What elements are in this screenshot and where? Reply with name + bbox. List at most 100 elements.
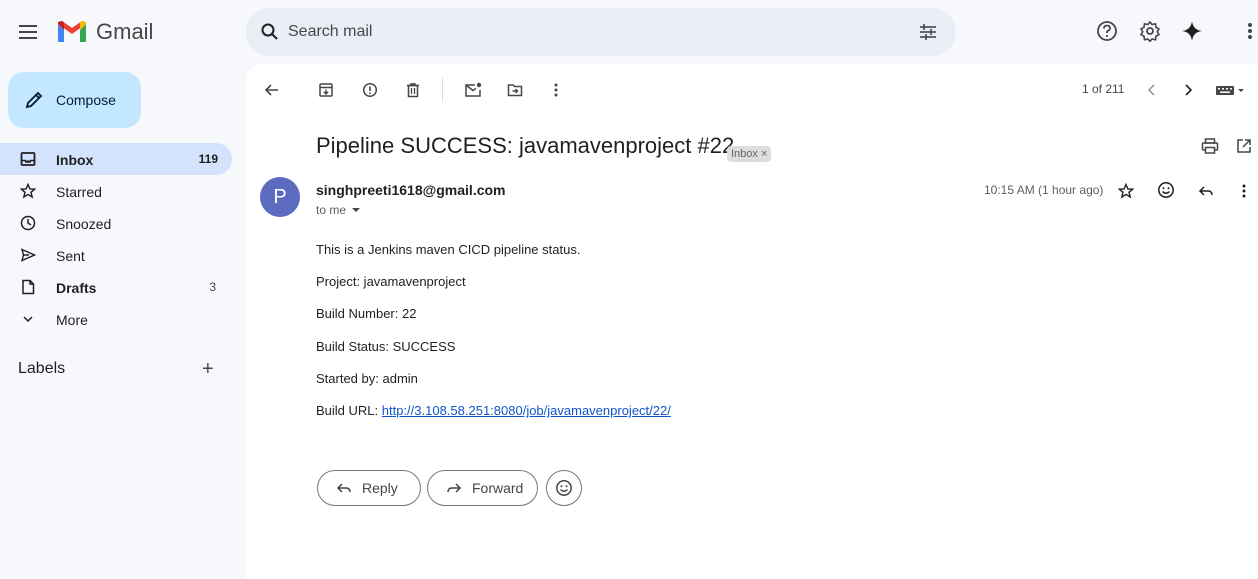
open-in-new-icon <box>1237 139 1251 153</box>
forward-label: Forward <box>472 480 524 496</box>
apps-menu-button[interactable] <box>1246 20 1254 42</box>
report-icon <box>362 82 378 98</box>
chevron-right-icon <box>1185 84 1193 96</box>
draft-icon <box>20 279 36 295</box>
search-input[interactable] <box>288 20 888 44</box>
forward-pill-button[interactable]: Forward <box>427 470 538 506</box>
unread-count: 119 <box>198 152 218 166</box>
gear-icon <box>1139 20 1161 42</box>
sidebar-item-sent[interactable]: Sent <box>0 239 232 271</box>
add-reaction-button[interactable] <box>1156 180 1176 200</box>
reply-button[interactable] <box>1196 181 1216 201</box>
add-label-button[interactable]: + <box>202 359 214 379</box>
reply-icon <box>336 481 352 495</box>
trash-icon <box>407 83 419 98</box>
body-line: Build Number: 22 <box>316 306 417 321</box>
sidebar-item-label: Sent <box>56 248 85 264</box>
back-button[interactable] <box>262 80 282 100</box>
toolbar-divider <box>442 78 443 102</box>
body-line: Project: javamavenproject <box>316 274 466 289</box>
sidebar-item-label: Starred <box>56 184 102 200</box>
reply-pill-button[interactable]: Reply <box>317 470 421 506</box>
reply-label: Reply <box>362 480 398 496</box>
star-icon <box>1118 183 1134 199</box>
sidebar-item-starred[interactable]: Starred <box>0 175 232 207</box>
more-vert-icon <box>554 83 558 97</box>
print-icon <box>1201 138 1219 154</box>
help-icon <box>1097 21 1117 41</box>
message-more-button[interactable] <box>1234 181 1254 201</box>
main-menu-button[interactable] <box>14 18 42 46</box>
caret-down-icon <box>352 208 361 212</box>
star-button[interactable] <box>1116 181 1136 201</box>
more-vert-icon <box>1242 184 1246 198</box>
compose-label: Compose <box>56 92 116 108</box>
emoji-icon <box>1158 182 1174 198</box>
emoji-icon <box>556 480 572 496</box>
hamburger-icon <box>19 25 37 39</box>
arrow-back-icon <box>264 84 278 96</box>
sender-avatar[interactable]: P <box>260 177 300 217</box>
more-vert-icon <box>1248 23 1252 39</box>
gmail-logo[interactable]: Gmail <box>56 19 153 45</box>
archive-button[interactable] <box>316 80 336 100</box>
sidebar-item-snoozed[interactable]: Snoozed <box>0 207 232 239</box>
build-url-line: Build URL: http://3.108.58.251:8080/job/… <box>316 403 671 418</box>
open-new-window-button[interactable] <box>1234 136 1254 156</box>
chevron-left-icon <box>1147 84 1155 96</box>
inbox-label-chip[interactable]: Inbox × <box>727 146 772 162</box>
emoji-reaction-button[interactable] <box>546 470 582 506</box>
sidebar-item-label: Snoozed <box>56 216 112 232</box>
message-view: 1 of 211 Pipeline SUCCESS: javamavenproj… <box>246 64 1258 579</box>
inbox-icon <box>20 151 36 167</box>
email-timestamp: 10:15 AM (1 hour ago) <box>984 183 1104 197</box>
delete-button[interactable] <box>403 80 423 100</box>
sender-email[interactable]: singhpreeti1618@gmail.com <box>316 182 506 198</box>
search-options-icon[interactable] <box>918 22 938 42</box>
sidebar-item-inbox[interactable]: Inbox 119 <box>0 143 232 175</box>
recipient-label: to me <box>316 203 347 217</box>
send-icon <box>20 247 36 263</box>
app-name: Gmail <box>96 19 154 44</box>
sidebar-nav: Inbox 119 Starred Snoozed Sent Drafts 3 … <box>0 143 232 335</box>
recipient-details[interactable]: to me <box>316 203 363 217</box>
print-button[interactable] <box>1200 136 1220 156</box>
keyboard-icon <box>1216 86 1244 95</box>
sidebar-item-drafts[interactable]: Drafts 3 <box>0 271 232 303</box>
star-icon <box>20 183 36 199</box>
search-bar <box>246 8 956 56</box>
body-line: Build Status: SUCCESS <box>316 339 456 354</box>
archive-icon <box>319 83 333 97</box>
older-button[interactable] <box>1178 80 1198 100</box>
mark-unread-button[interactable] <box>463 80 483 100</box>
reply-icon <box>1198 186 1213 196</box>
build-url-link[interactable]: http://3.108.58.251:8080/job/javamavenpr… <box>382 403 671 418</box>
clock-icon <box>20 215 36 231</box>
newer-button[interactable] <box>1142 80 1162 100</box>
compose-button[interactable]: Compose <box>8 72 141 128</box>
gemini-button[interactable] <box>1181 20 1203 42</box>
mark-unread-icon <box>465 82 482 97</box>
avatar-letter: P <box>273 185 287 208</box>
search-icon[interactable] <box>260 22 280 42</box>
chevron-down-icon <box>20 311 36 327</box>
more-options-button[interactable] <box>546 80 566 100</box>
pagination-count: 1 of 211 <box>1082 82 1125 96</box>
sidebar-item-label: More <box>56 312 88 328</box>
sidebar-item-label: Drafts <box>56 280 97 296</box>
gmail-m-icon <box>58 21 86 42</box>
body-line: Started by: admin <box>316 371 418 386</box>
sidebar-item-more[interactable]: More <box>0 303 232 335</box>
body-line: This is a Jenkins maven CICD pipeline st… <box>316 242 581 257</box>
build-url-label: Build URL: <box>316 403 382 418</box>
sidebar-item-label: Inbox <box>56 152 94 168</box>
settings-button[interactable] <box>1139 20 1161 42</box>
forward-icon <box>446 481 462 495</box>
report-spam-button[interactable] <box>360 80 380 100</box>
pencil-icon <box>25 91 43 109</box>
move-to-button[interactable] <box>505 80 525 100</box>
help-button[interactable] <box>1096 20 1118 42</box>
move-folder-icon <box>507 84 523 97</box>
email-subject: Pipeline SUCCESS: javamavenproject #22 <box>316 133 735 158</box>
input-tools-button[interactable] <box>1214 80 1246 100</box>
